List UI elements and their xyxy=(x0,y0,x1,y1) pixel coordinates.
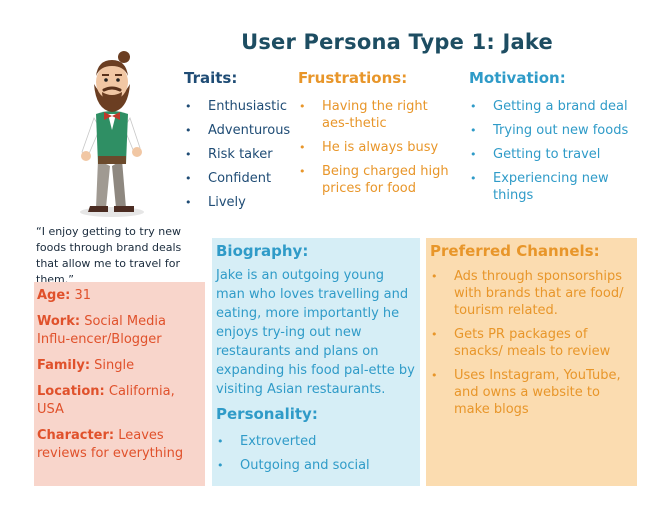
trait-item: Enthusiastic xyxy=(184,98,299,115)
frustration-item: Being charged high prices for food xyxy=(298,163,458,197)
channel-item: Ads through sponsorships with brands tha… xyxy=(430,268,633,319)
frustration-item: Having the right aes-thetic xyxy=(298,98,458,132)
personality-item: Outgoing and social xyxy=(216,457,416,474)
page-title: User Persona Type 1: Jake xyxy=(241,30,553,54)
family-row: Family: Single xyxy=(37,357,202,375)
channels-heading: Preferred Channels: xyxy=(430,242,600,260)
motivation-section: Motivation: Getting a brand deal Trying … xyxy=(469,69,639,211)
biography-heading: Biography: xyxy=(216,242,309,260)
family-label: Family: xyxy=(37,358,91,373)
channel-item: Gets PR packages of snacks/ meals to rev… xyxy=(430,326,633,360)
work-row: Work: Social Media Influ-encer/Blogger xyxy=(37,313,202,349)
channels-box: Preferred Channels: Ads through sponsors… xyxy=(426,238,637,486)
age-value: 31 xyxy=(74,288,92,303)
frustration-item: He is always busy xyxy=(298,139,458,156)
family-value: Single xyxy=(94,358,135,373)
trait-item: Confident xyxy=(184,170,299,187)
age-label: Age: xyxy=(37,288,71,303)
trait-item: Risk taker xyxy=(184,146,299,163)
motivation-item: Getting a brand deal xyxy=(469,98,639,115)
traits-section: Traits: Enthusiastic Adventurous Risk ta… xyxy=(184,69,299,218)
persona-quote: “I enjoy getting to try new foods throug… xyxy=(36,225,182,286)
location-row: Location: California, USA xyxy=(37,383,202,419)
traits-heading: Traits: xyxy=(184,69,238,87)
work-label: Work: xyxy=(37,314,81,329)
biography-text: Jake is an outgoing young man who loves … xyxy=(216,268,415,397)
frustrations-heading: Frustrations: xyxy=(298,69,408,87)
motivation-item: Getting to travel xyxy=(469,146,639,163)
location-label: Location: xyxy=(37,384,105,399)
age-row: Age: 31 xyxy=(37,287,202,305)
motivation-item: Experiencing new things xyxy=(469,170,639,204)
trait-item: Lively xyxy=(184,194,299,211)
persona-avatar-illustration xyxy=(80,51,144,217)
motivation-heading: Motivation: xyxy=(469,69,566,87)
channel-item: Uses Instagram, YouTube, and owns a webs… xyxy=(430,367,633,418)
biography-box: Biography: Jake is an outgoing young man… xyxy=(212,238,420,486)
character-label: Character: xyxy=(37,428,115,443)
personality-item: Extroverted xyxy=(216,433,416,450)
personality-heading: Personality: xyxy=(216,405,318,423)
character-row: Character: Leaves reviews for everything xyxy=(37,427,202,463)
trait-item: Adventurous xyxy=(184,122,299,139)
frustrations-section: Frustrations: Having the right aes-theti… xyxy=(298,69,458,204)
profile-box: Age: 31 Work: Social Media Influ-encer/B… xyxy=(34,282,205,486)
motivation-item: Trying out new foods xyxy=(469,122,639,139)
